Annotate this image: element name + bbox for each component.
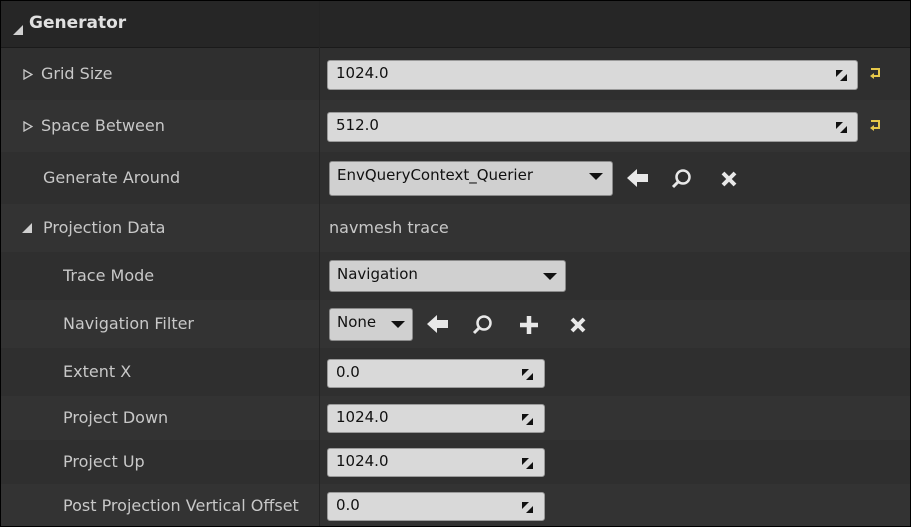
row-space-between: Space Between 512.0 [1, 100, 910, 152]
clear-x-icon[interactable] [569, 316, 587, 334]
field-value: 0.0 [336, 496, 360, 514]
clear-x-icon[interactable] [720, 170, 738, 188]
row-project-down: Project Down 1024.0 [1, 396, 910, 440]
property-label: Space Between [41, 116, 165, 135]
dropdown-value: Navigation [337, 265, 418, 283]
reset-to-default-icon[interactable] [869, 67, 881, 79]
property-label: Navigation Filter [63, 314, 195, 333]
field-value: 1024.0 [336, 452, 389, 470]
use-selected-arrow-icon[interactable] [427, 315, 449, 333]
extent-x-field[interactable]: 0.0 [327, 359, 545, 388]
trace-mode-dropdown[interactable]: Navigation [329, 260, 566, 292]
row-generate-around: Generate Around EnvQueryContext_Querier [1, 152, 910, 204]
details-panel: Generator Grid Size 1024.0 Space Between… [0, 0, 911, 527]
field-value: 1024.0 [336, 64, 389, 82]
project-down-field[interactable]: 1024.0 [327, 404, 545, 433]
space-between-field[interactable]: 512.0 [327, 112, 858, 142]
grid-size-field[interactable]: 1024.0 [327, 60, 858, 90]
expand-arrow-icon[interactable] [23, 121, 33, 132]
row-extent-x: Extent X 0.0 [1, 348, 910, 396]
scrub-handle-icon[interactable] [522, 414, 533, 425]
generate-around-dropdown[interactable]: EnvQueryContext_Querier [329, 161, 613, 196]
column-splitter[interactable] [319, 1, 320, 526]
property-label: Generate Around [43, 168, 181, 187]
row-navigation-filter: Navigation Filter None [1, 300, 910, 348]
browse-search-icon[interactable] [472, 314, 494, 336]
chevron-down-icon [543, 273, 557, 280]
row-trace-mode: Trace Mode Navigation [1, 252, 910, 300]
scrub-handle-icon[interactable] [522, 502, 533, 513]
chevron-down-icon [589, 173, 603, 180]
collapse-triangle-icon [13, 25, 23, 35]
property-label: Post Projection Vertical Offset [63, 496, 299, 515]
post-projection-vertical-offset-field[interactable]: 0.0 [327, 492, 545, 521]
property-label: Trace Mode [63, 266, 155, 285]
reset-to-default-icon[interactable] [869, 119, 881, 131]
scrub-handle-icon[interactable] [836, 122, 847, 133]
category-title: Generator [29, 13, 127, 33]
property-label: Project Up [63, 452, 145, 471]
browse-search-icon[interactable] [671, 168, 693, 190]
dropdown-value: EnvQueryContext_Querier [337, 166, 533, 184]
navigation-filter-dropdown[interactable]: None [329, 308, 413, 341]
field-value: 1024.0 [336, 408, 389, 426]
expand-arrow-icon[interactable] [23, 69, 33, 80]
chevron-down-icon [391, 321, 405, 328]
property-label: Projection Data [43, 218, 166, 237]
category-header-generator[interactable]: Generator [1, 1, 910, 48]
dropdown-value: None [337, 313, 377, 331]
scrub-handle-icon[interactable] [522, 369, 533, 380]
field-value: 0.0 [336, 363, 360, 381]
projection-data-value: navmesh trace [329, 218, 449, 237]
row-post-projection-vertical-offset: Post Projection Vertical Offset 0.0 [1, 484, 910, 526]
scrub-handle-icon[interactable] [522, 458, 533, 469]
scrub-handle-icon[interactable] [836, 70, 847, 81]
row-grid-size: Grid Size 1024.0 [1, 48, 910, 100]
collapse-triangle-icon[interactable] [22, 223, 33, 234]
property-label: Extent X [63, 362, 132, 381]
use-selected-arrow-icon[interactable] [627, 169, 649, 187]
row-projection-data: Projection Data navmesh trace [1, 204, 910, 252]
property-label: Project Down [63, 408, 169, 427]
row-project-up: Project Up 1024.0 [1, 440, 910, 484]
project-up-field[interactable]: 1024.0 [327, 448, 545, 477]
add-plus-icon[interactable] [519, 315, 539, 335]
field-value: 512.0 [336, 116, 379, 134]
property-label: Grid Size [41, 64, 113, 83]
